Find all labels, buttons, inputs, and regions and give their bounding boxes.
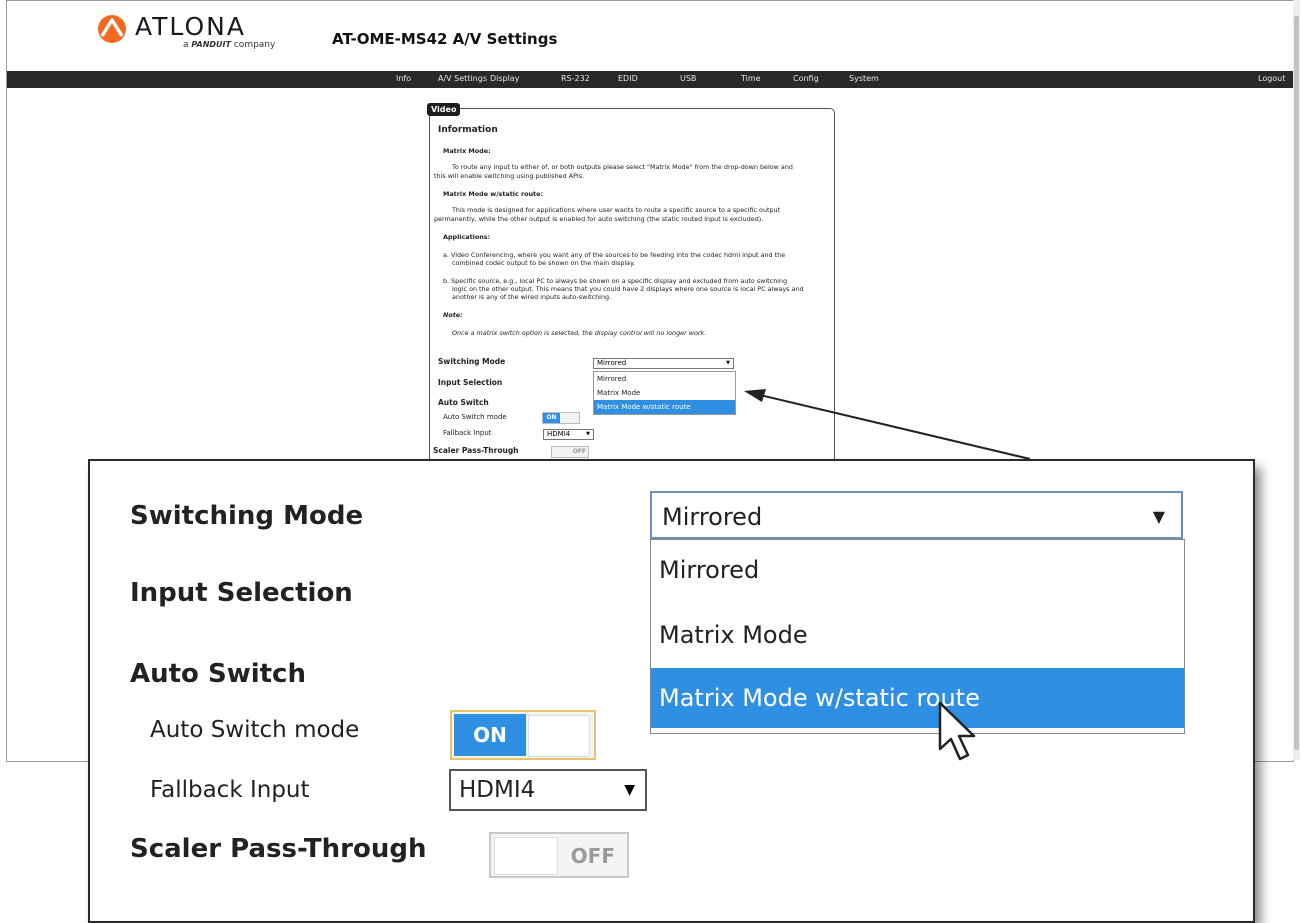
nav-time[interactable]: Time xyxy=(741,74,761,83)
chevron-down-icon: ▼ xyxy=(586,431,590,437)
nav-display[interactable]: Display xyxy=(490,74,520,83)
chevron-down-icon: ▼ xyxy=(726,360,730,366)
nav-info[interactable]: Info xyxy=(396,74,411,83)
information-heading: Information xyxy=(438,125,498,135)
zoom-callout: Switching Mode Mirrored ▼ Mirrored Matri… xyxy=(88,459,1255,923)
auto-switch-mode-label-small: Auto Switch mode xyxy=(443,413,507,421)
application-b-line-1: b. Specific source, e.g., local PC to al… xyxy=(443,277,788,285)
nav-system[interactable]: System xyxy=(849,74,879,83)
fallback-input-select[interactable]: HDMI4 ▼ xyxy=(449,769,647,811)
option-matrix-mode[interactable]: Matrix Mode xyxy=(651,608,1184,662)
option-mirrored-small[interactable]: Mirrored xyxy=(594,372,735,386)
matrix-mode-heading: Matrix Mode: xyxy=(443,147,491,155)
top-navbar: Info A/V Settings Display RS-232 EDID US… xyxy=(7,71,1293,88)
scaler-pass-through-label: Scaler Pass-Through xyxy=(130,834,427,864)
fallback-input-select-small[interactable]: HDMI4 ▼ xyxy=(543,429,594,440)
chevron-down-icon: ▼ xyxy=(624,782,635,798)
matrix-mode-text-1: To route any input to either of, or both… xyxy=(452,163,793,171)
application-a-line-1: a. Video Conferencing, where you want an… xyxy=(443,251,786,259)
fallback-input-label: Fallback Input xyxy=(150,777,310,803)
scrollbar-thumb[interactable] xyxy=(1294,16,1299,750)
toggle-off-label: OFF xyxy=(570,844,615,868)
note-text: Once a matrix switch option is selected,… xyxy=(452,329,707,337)
fallback-input-value: HDMI4 xyxy=(459,777,536,803)
scaler-label-small: Scaler Pass-Through xyxy=(433,446,519,455)
note-heading: Note: xyxy=(443,311,463,319)
switching-mode-label: Switching Mode xyxy=(130,501,364,531)
nav-logout[interactable]: Logout xyxy=(1258,74,1285,83)
page-title: AT-OME-MS42 A/V Settings xyxy=(332,30,558,48)
static-route-heading: Matrix Mode w/static route: xyxy=(443,190,544,198)
atlona-logo-mark-icon xyxy=(98,15,126,43)
option-matrix-mode-small[interactable]: Matrix Mode xyxy=(594,386,735,400)
logo-tagline: a PANDUIT company xyxy=(183,40,276,50)
toggle-knob xyxy=(528,715,590,757)
nav-av-settings[interactable]: A/V Settings xyxy=(438,74,487,83)
option-matrix-mode-static[interactable]: Matrix Mode w/static route xyxy=(651,668,1184,728)
nav-usb[interactable]: USB xyxy=(680,74,696,83)
switching-mode-value: Mirrored xyxy=(662,503,763,531)
switching-mode-select[interactable]: Mirrored ▼ xyxy=(650,491,1183,539)
scaler-toggle-small[interactable]: OFF xyxy=(551,446,589,458)
option-mirrored[interactable]: Mirrored xyxy=(651,540,1184,600)
switching-mode-dropdown: Mirrored Matrix Mode Matrix Mode w/stati… xyxy=(650,539,1185,734)
static-route-text-1: This mode is designed for applications w… xyxy=(452,206,781,214)
nav-edid[interactable]: EDID xyxy=(618,74,638,83)
fallback-input-label-small: Fallback Input xyxy=(443,429,492,437)
chevron-down-icon: ▼ xyxy=(1152,507,1165,526)
vertical-scrollbar[interactable] xyxy=(1293,0,1300,760)
input-selection-label: Input Selection xyxy=(130,578,353,608)
auto-switch-toggle[interactable]: ON xyxy=(450,710,596,760)
scaler-pass-through-toggle[interactable]: OFF xyxy=(489,832,629,878)
mouse-pointer-icon xyxy=(938,701,976,761)
applications-heading: Applications: xyxy=(443,233,491,241)
auto-switch-label: Auto Switch xyxy=(130,659,306,689)
static-route-text-2: permanently, while the other output is e… xyxy=(434,215,764,223)
switching-mode-label-small: Switching Mode xyxy=(438,357,506,366)
switching-mode-select-small[interactable]: Mirrored ▼ xyxy=(593,358,734,369)
input-selection-label-small: Input Selection xyxy=(438,378,503,387)
toggle-on-label: ON xyxy=(454,714,526,756)
auto-switch-mode-label: Auto Switch mode xyxy=(150,717,360,743)
auto-switch-toggle-small[interactable]: ON xyxy=(542,412,580,424)
application-a-line-2: combined codec output to be shown on the… xyxy=(452,259,636,267)
nav-rs232[interactable]: RS-232 xyxy=(561,74,590,83)
atlona-logo: ATLONA a PANDUIT company xyxy=(97,12,277,54)
matrix-mode-text-2: this will enable switching using publish… xyxy=(434,172,585,180)
toggle-knob xyxy=(494,837,558,875)
panel-tab-video: Video xyxy=(427,103,461,116)
logo-wordmark: ATLONA xyxy=(135,12,246,41)
application-b-line-2: logic on the other output. This means th… xyxy=(452,285,804,293)
application-b-line-3: another is any of the wired inputs auto-… xyxy=(452,293,612,301)
auto-switch-label-small: Auto Switch xyxy=(438,398,489,407)
switching-mode-dropdown-small: Mirrored Matrix Mode Matrix Mode w/stati… xyxy=(593,371,736,415)
option-matrix-static-small[interactable]: Matrix Mode w/static route xyxy=(594,400,735,414)
nav-config[interactable]: Config xyxy=(793,74,819,83)
